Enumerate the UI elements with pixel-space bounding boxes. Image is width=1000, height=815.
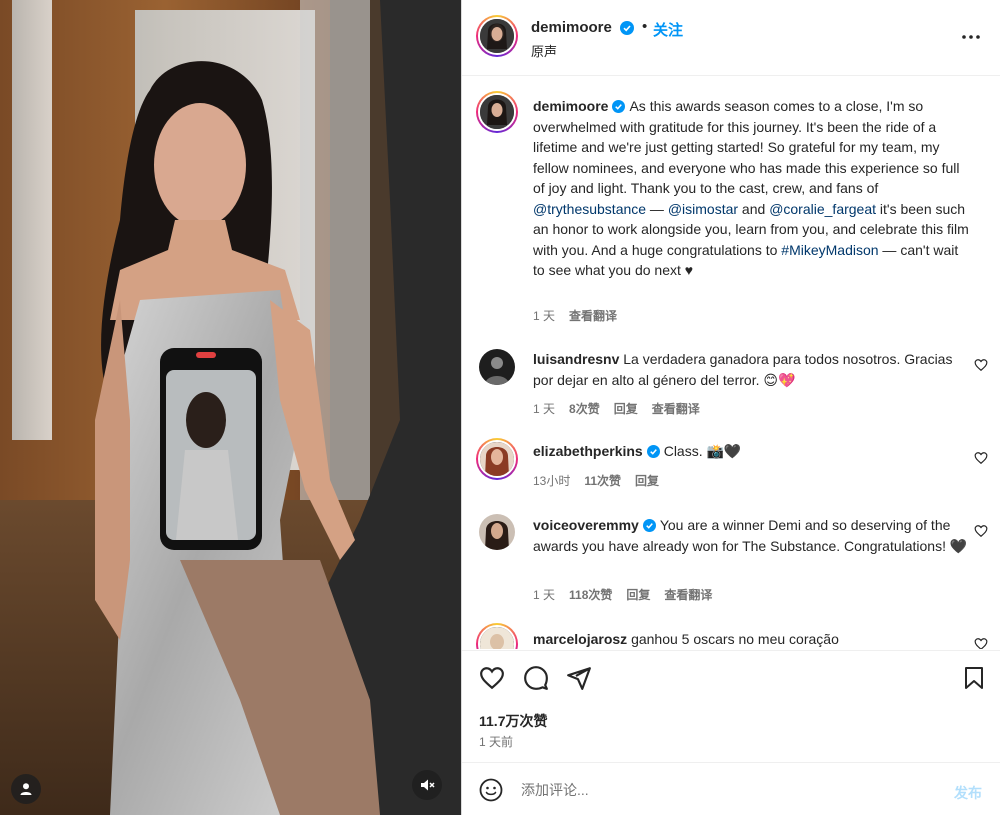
heart-icon[interactable] <box>974 451 988 465</box>
post-timestamp[interactable]: 1 天前 <box>479 733 513 750</box>
caption-body-3: and <box>738 200 770 217</box>
comment-meta: 1 天 8次赞 回复 查看翻译 <box>533 400 700 417</box>
comment-text: elizabethperkins Class. 📸🖤 <box>533 441 973 462</box>
commenter-avatar[interactable] <box>476 438 518 480</box>
caption-translate-button[interactable]: 查看翻译 <box>569 307 617 324</box>
post-photo <box>0 0 461 815</box>
share-send-icon[interactable] <box>566 665 592 691</box>
mention-trythesubstance[interactable]: @trythesubstance <box>533 201 646 217</box>
author-username[interactable]: demimoore <box>531 19 612 36</box>
post-side-panel: demimoore • 关注 原声 demimoore As this award… <box>461 0 1000 815</box>
comment-text: marcelojarosz ganhou 5 oscars no meu cor… <box>533 629 973 649</box>
comment-time[interactable]: 1 天 <box>533 400 555 417</box>
caption-meta: 1 天 查看翻译 <box>533 307 617 324</box>
post-header: demimoore • 关注 原声 <box>462 0 1000 76</box>
emoji-icon[interactable] <box>479 778 503 802</box>
comment-body: ganhou 5 oscars no meu coração <box>631 631 839 647</box>
audio-label[interactable]: 原声 <box>531 41 557 60</box>
heart-icon[interactable] <box>974 358 988 372</box>
comment-username[interactable]: luisandresnv <box>533 351 619 367</box>
verified-badge-icon <box>620 21 634 35</box>
heart-icon[interactable] <box>974 637 988 649</box>
caption-author-avatar[interactable] <box>476 91 518 133</box>
reply-button[interactable]: 回复 <box>635 472 659 489</box>
caption-text: demimoore As this awards season comes to … <box>533 96 973 281</box>
verified-badge-icon <box>642 519 656 532</box>
like-heart-icon[interactable] <box>479 665 505 691</box>
comment-likes[interactable]: 118次赞 <box>569 586 612 603</box>
caption-time[interactable]: 1 天 <box>533 307 555 324</box>
hashtag-mikeymadison[interactable]: #MikeyMadison <box>781 242 878 258</box>
caption-body-2: — <box>646 200 668 217</box>
commenter-avatar[interactable] <box>479 349 515 385</box>
heart-icon[interactable] <box>974 524 988 538</box>
commenter-avatar[interactable] <box>479 514 515 550</box>
comment-likes[interactable]: 8次赞 <box>569 400 600 417</box>
author-avatar[interactable] <box>476 15 518 57</box>
comment-username[interactable]: marcelojarosz <box>533 631 627 647</box>
comment-input[interactable] <box>521 777 921 803</box>
comment-text: voiceoveremmy You are a winner Demi and s… <box>533 515 973 556</box>
reply-button[interactable]: 回复 <box>614 400 638 417</box>
commenter-avatar[interactable] <box>476 623 518 649</box>
tagged-users-button[interactable] <box>11 774 41 804</box>
comment-composer: 发布 <box>462 762 1000 815</box>
translate-button[interactable]: 查看翻译 <box>652 400 700 417</box>
speaker-muted-icon <box>421 779 435 791</box>
mention-coralie-fargeat[interactable]: @coralie_fargeat <box>769 201 876 217</box>
comment-username[interactable]: elizabethperkins <box>533 443 643 459</box>
translate-button[interactable]: 查看翻译 <box>664 586 712 603</box>
follow-button[interactable]: 关注 <box>653 19 683 40</box>
comment-time[interactable]: 1 天 <box>533 586 555 603</box>
comment-time[interactable]: 13小时 <box>533 472 570 489</box>
bookmark-icon[interactable] <box>962 665 986 691</box>
comment-meta: 1 天 118次赞 回复 查看翻译 <box>533 586 712 603</box>
reply-button[interactable]: 回复 <box>626 586 650 603</box>
comment-bubble-icon[interactable] <box>523 665 549 691</box>
separator-dot: • <box>642 18 648 35</box>
like-count[interactable]: 11.7万次赞 <box>479 711 547 731</box>
comment-text: luisandresnv La verdadera ganadora para … <box>533 349 973 390</box>
post-actions: 11.7万次赞 1 天前 <box>462 650 1000 760</box>
verified-badge-icon <box>646 445 660 458</box>
mute-toggle-button[interactable] <box>412 770 442 800</box>
comment-meta: 13小时 11次赞 回复 <box>533 472 659 489</box>
mention-isimostar[interactable]: @isimostar <box>668 201 738 217</box>
comments-list[interactable]: demimoore As this awards season comes to … <box>462 77 1000 649</box>
post-comment-button[interactable]: 发布 <box>954 783 982 803</box>
caption-username[interactable]: demimoore <box>533 98 608 114</box>
comment-likes[interactable]: 11次赞 <box>584 472 621 489</box>
post-media[interactable] <box>0 0 461 815</box>
more-options-icon[interactable] <box>960 26 982 48</box>
verified-badge-icon <box>612 100 626 113</box>
user-icon <box>20 783 32 795</box>
comment-body: Class. 📸🖤 <box>663 443 742 459</box>
comment-username[interactable]: voiceoveremmy <box>533 517 639 533</box>
